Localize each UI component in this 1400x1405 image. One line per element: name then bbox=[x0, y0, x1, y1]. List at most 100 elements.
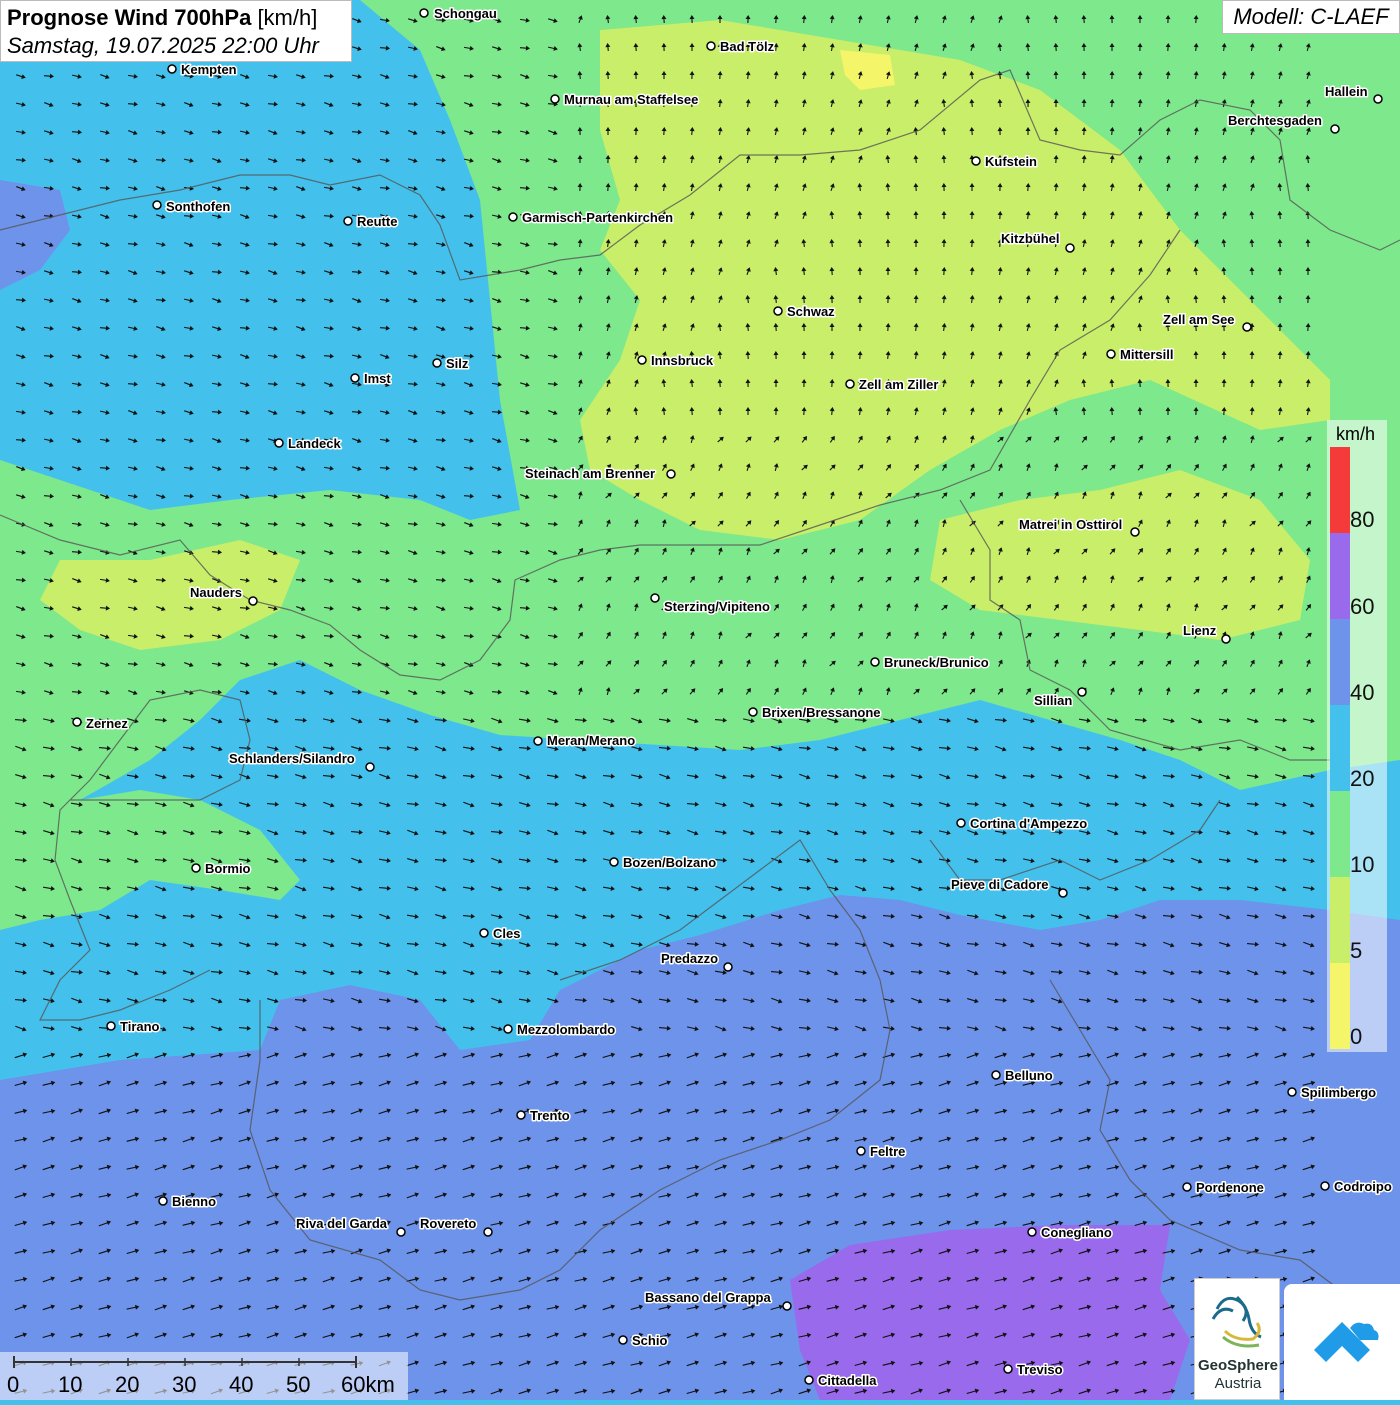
city-dot bbox=[724, 963, 732, 971]
scale-label-40: 40 bbox=[229, 1372, 253, 1398]
city-marker[interactable]: Pordenone bbox=[1183, 1180, 1264, 1195]
city-label: Feltre bbox=[870, 1144, 905, 1159]
city-dot bbox=[667, 470, 675, 478]
city-dot bbox=[749, 708, 757, 716]
city-marker[interactable]: Mezzolombardo bbox=[504, 1022, 615, 1037]
city-dot bbox=[159, 1197, 167, 1205]
city-label: Belluno bbox=[1005, 1068, 1053, 1083]
city-marker[interactable]: Meran/Merano bbox=[534, 733, 635, 748]
wind-forecast-map[interactable]: SchongauBad TölzKemptenMurnau am Staffel… bbox=[0, 0, 1400, 1400]
scale-label-20: 20 bbox=[115, 1372, 139, 1398]
city-label: Schongau bbox=[434, 6, 497, 21]
city-dot bbox=[1321, 1182, 1329, 1190]
city-dot bbox=[1066, 244, 1074, 252]
city-dot bbox=[192, 864, 200, 872]
geosphere-emblem-icon bbox=[1195, 1279, 1281, 1357]
city-marker[interactable]: Spilimbergo bbox=[1288, 1085, 1376, 1100]
app-brand-icon bbox=[1284, 1284, 1400, 1400]
legend-band-20-40 bbox=[1330, 705, 1350, 791]
legend-tick-0: 0 bbox=[1350, 1024, 1362, 1050]
city-label: Trento bbox=[530, 1108, 570, 1123]
city-dot bbox=[517, 1111, 525, 1119]
city-dot bbox=[1183, 1183, 1191, 1191]
geosphere-logo-line2: Austria bbox=[1195, 1375, 1281, 1392]
city-label: Zernez bbox=[86, 716, 128, 731]
city-dot bbox=[610, 858, 618, 866]
model-label: Modell: C-LAEF bbox=[1222, 0, 1400, 34]
city-dot bbox=[1028, 1228, 1036, 1236]
city-label: Landeck bbox=[288, 436, 342, 451]
legend-tick-80: 80 bbox=[1350, 507, 1374, 533]
city-dot bbox=[651, 594, 659, 602]
title-bold: Prognose Wind 700hPa bbox=[7, 5, 251, 30]
city-marker[interactable]: Brixen/Bressanone bbox=[749, 705, 881, 720]
city-dot bbox=[534, 737, 542, 745]
city-dot bbox=[249, 597, 257, 605]
city-dot bbox=[846, 380, 854, 388]
city-label: Hallein bbox=[1325, 84, 1368, 99]
scale-label-50: 50 bbox=[286, 1372, 310, 1398]
legend-band-over-80 bbox=[1330, 447, 1350, 533]
city-label: Mezzolombardo bbox=[517, 1022, 615, 1037]
city-dot bbox=[972, 157, 980, 165]
city-dot bbox=[275, 439, 283, 447]
weather-app-logo[interactable] bbox=[1284, 1284, 1400, 1400]
map-title: Prognose Wind 700hPa [km/h] bbox=[7, 4, 345, 32]
city-marker[interactable]: Zell am Ziller bbox=[846, 377, 938, 392]
legend-tick-10: 10 bbox=[1350, 852, 1374, 878]
city-label: Lienz bbox=[1183, 623, 1217, 638]
city-label: Meran/Merano bbox=[547, 733, 635, 748]
city-label: Matrei in Osttirol bbox=[1019, 517, 1122, 532]
city-marker[interactable]: Cortina d'Ampezzo bbox=[957, 816, 1087, 831]
city-label: Murnau am Staffelsee bbox=[564, 92, 698, 107]
city-marker[interactable]: Garmisch-Partenkirchen bbox=[509, 210, 673, 225]
city-dot bbox=[619, 1336, 627, 1344]
city-label: Riva del Garda bbox=[296, 1216, 388, 1231]
legend-tick-40: 40 bbox=[1350, 680, 1374, 706]
city-dot bbox=[351, 374, 359, 382]
city-dot bbox=[153, 201, 161, 209]
city-dot bbox=[1222, 635, 1230, 643]
city-label: Pordenone bbox=[1196, 1180, 1264, 1195]
geosphere-logo[interactable]: GeoSphere Austria bbox=[1194, 1278, 1280, 1400]
city-label: Bozen/Bolzano bbox=[623, 855, 716, 870]
legend-band-5-10 bbox=[1330, 877, 1350, 963]
city-label: Mittersill bbox=[1120, 347, 1173, 362]
city-label: Berchtesgaden bbox=[1228, 113, 1322, 128]
scale-label-30: 30 bbox=[172, 1372, 196, 1398]
city-marker[interactable]: Steinach am Brenner bbox=[525, 466, 675, 481]
city-dot bbox=[1059, 889, 1067, 897]
city-marker[interactable]: Conegliano bbox=[1028, 1225, 1112, 1240]
city-label: Bruneck/Brunico bbox=[884, 655, 989, 670]
city-label: Reutte bbox=[357, 214, 397, 229]
city-label: Garmisch-Partenkirchen bbox=[522, 210, 673, 225]
city-marker[interactable]: Murnau am Staffelsee bbox=[551, 92, 698, 107]
city-dot bbox=[433, 359, 441, 367]
city-marker[interactable]: Bruneck/Brunico bbox=[871, 655, 989, 670]
city-label: Innsbruck bbox=[651, 353, 714, 368]
city-label: Spilimbergo bbox=[1301, 1085, 1376, 1100]
city-dot bbox=[1331, 125, 1339, 133]
city-label: Codroipo bbox=[1334, 1179, 1392, 1194]
legend-band-60-80 bbox=[1330, 533, 1350, 619]
city-dot bbox=[1107, 350, 1115, 358]
city-dot bbox=[857, 1147, 865, 1155]
city-label: Silz bbox=[446, 356, 469, 371]
city-dot bbox=[107, 1022, 115, 1030]
city-marker[interactable]: Bozen/Bolzano bbox=[610, 855, 716, 870]
city-dot bbox=[484, 1228, 492, 1236]
scale-label-0: 0 bbox=[7, 1372, 19, 1398]
legend-band-0-5 bbox=[1330, 963, 1350, 1049]
legend-tick-20: 20 bbox=[1350, 766, 1374, 792]
city-dot bbox=[871, 658, 879, 666]
city-dot bbox=[1288, 1088, 1296, 1096]
city-label: Cortina d'Ampezzo bbox=[970, 816, 1087, 831]
city-label: Steinach am Brenner bbox=[525, 466, 655, 481]
city-label: Treviso bbox=[1017, 1362, 1063, 1377]
city-label: Conegliano bbox=[1041, 1225, 1112, 1240]
city-label: Brixen/Bressanone bbox=[762, 705, 881, 720]
city-label: Zell am See bbox=[1163, 312, 1235, 327]
city-dot bbox=[992, 1071, 1000, 1079]
city-label: Imst bbox=[364, 371, 391, 386]
city-dot bbox=[638, 356, 646, 364]
